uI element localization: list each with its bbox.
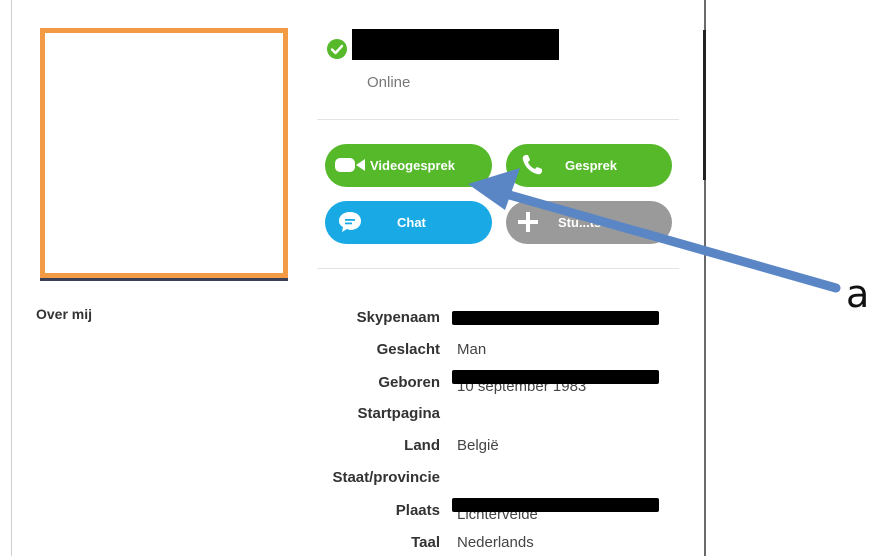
detail-key: Geslacht [376, 341, 440, 358]
detail-row-gender: Geslacht Man [300, 341, 700, 361]
divider-top [317, 119, 679, 120]
left-border [11, 0, 12, 556]
detail-row-language: Taal Nederlands [300, 534, 700, 554]
video-call-button[interactable]: Videogesprek [325, 144, 492, 187]
scrollbar[interactable] [703, 30, 706, 180]
detail-row-homepage: Startpagina [300, 405, 700, 425]
add-contact-label: Stu...ts [558, 215, 602, 230]
birthdate-redacted [452, 370, 659, 384]
detail-key: Staat/provincie [332, 469, 440, 486]
detail-value: Man [457, 341, 487, 358]
check-badge-icon [327, 39, 347, 59]
chat-bubble-icon [337, 210, 363, 234]
detail-row-country: Land België [300, 437, 700, 457]
detail-key: Plaats [395, 502, 440, 519]
display-name-redacted [352, 29, 559, 60]
detail-key: Taal [411, 534, 440, 551]
call-button[interactable]: Gesprek [506, 144, 672, 187]
city-redacted [452, 498, 659, 512]
status-text: Online [367, 74, 411, 91]
avatar[interactable] [40, 28, 288, 281]
detail-key: Geboren [378, 374, 440, 391]
detail-key: Startpagina [357, 405, 440, 422]
about-heading: Over mij [36, 306, 93, 322]
phone-icon [520, 153, 544, 177]
detail-value: Nederlands [457, 534, 534, 551]
video-call-label: Videogesprek [370, 158, 456, 173]
detail-key: Skypenaam [356, 309, 440, 326]
chat-label: Chat [397, 215, 426, 230]
add-contact-button[interactable]: Stu...ts [506, 201, 672, 244]
detail-row-province: Staat/provincie [300, 469, 700, 489]
detail-key: Land [404, 437, 440, 454]
avatar-frame [40, 28, 288, 278]
video-camera-icon [334, 155, 368, 175]
skypename-redacted [452, 311, 659, 325]
call-label: Gesprek [565, 158, 618, 173]
chat-button[interactable]: Chat [325, 201, 492, 244]
annotation-label: a [846, 272, 870, 316]
plus-icon [516, 210, 540, 234]
divider-bottom [317, 268, 679, 269]
detail-value: België [457, 437, 499, 454]
